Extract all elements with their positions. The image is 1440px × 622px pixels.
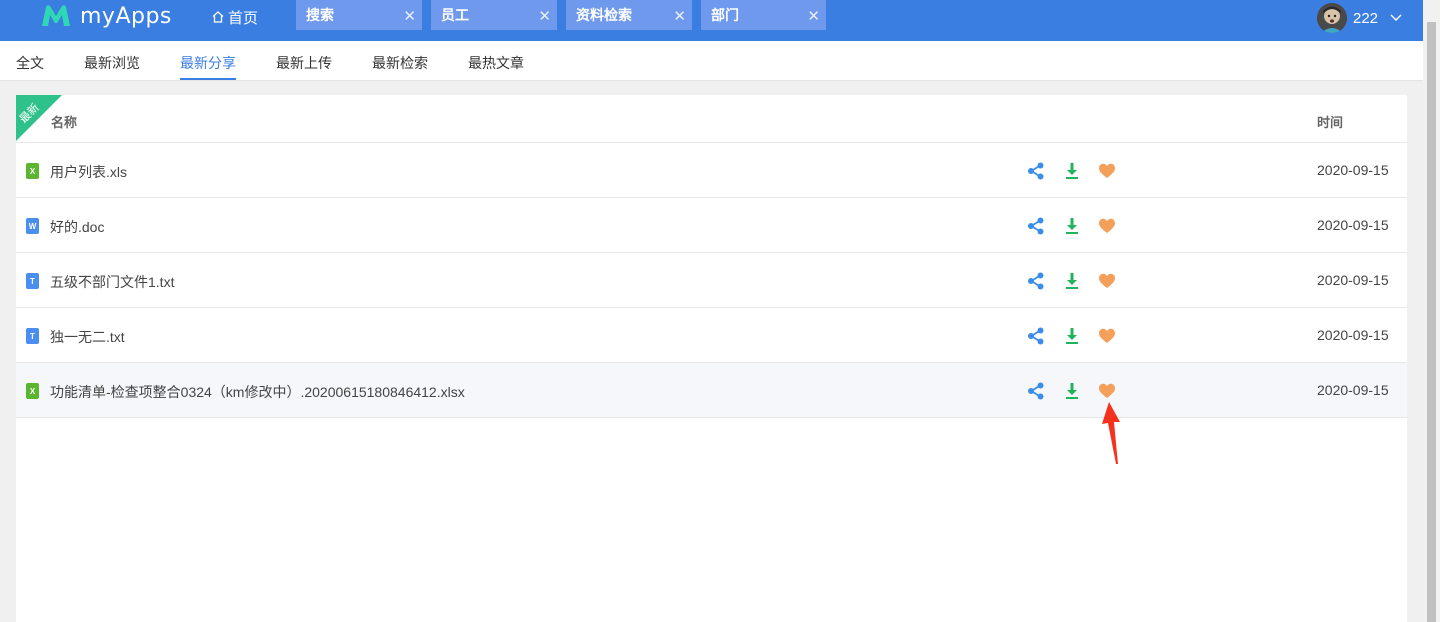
close-icon[interactable]: ✕ bbox=[403, 7, 416, 25]
tab-label: 员工 bbox=[441, 7, 469, 23]
top-bar: myApps 首页 搜索 ✕ 员工 ✕ 资料检索 ✕ 部门 ✕ 222 bbox=[0, 0, 1423, 41]
table-row[interactable]: X 用户列表.xls 2020-09-15 bbox=[16, 143, 1407, 198]
home-link[interactable]: 首页 bbox=[211, 7, 258, 27]
tab-search[interactable]: 搜索 ✕ bbox=[296, 0, 422, 30]
text-file-icon: T bbox=[26, 273, 39, 289]
download-icon[interactable] bbox=[1063, 162, 1081, 180]
download-icon[interactable] bbox=[1063, 382, 1081, 400]
tab-label: 部门 bbox=[711, 7, 739, 23]
favorite-heart-icon[interactable] bbox=[1098, 272, 1116, 290]
word-file-icon: W bbox=[26, 218, 39, 234]
tab-department[interactable]: 部门 ✕ bbox=[701, 0, 826, 30]
newest-ribbon: 最新 bbox=[16, 95, 62, 141]
user-menu[interactable]: 222 bbox=[1317, 2, 1402, 34]
active-tab-underline bbox=[180, 78, 236, 80]
favorite-heart-icon[interactable] bbox=[1098, 162, 1116, 180]
file-name[interactable]: 独一无二.txt bbox=[50, 327, 125, 347]
home-label: 首页 bbox=[228, 9, 259, 27]
logo-m-icon bbox=[42, 5, 70, 26]
column-header-time: 时间 bbox=[1317, 115, 1344, 130]
app-logo[interactable]: myApps bbox=[40, 3, 172, 29]
subnav-item-recent-searches[interactable]: 最新检索 bbox=[372, 53, 428, 73]
share-icon[interactable] bbox=[1027, 382, 1045, 400]
tab-document-search[interactable]: 资料检索 ✕ bbox=[566, 0, 692, 30]
share-icon[interactable] bbox=[1027, 327, 1045, 345]
download-icon[interactable] bbox=[1063, 272, 1081, 290]
excel-file-icon: X bbox=[26, 383, 39, 399]
share-icon[interactable] bbox=[1027, 162, 1045, 180]
subnav-item-recent-views[interactable]: 最新浏览 bbox=[84, 53, 140, 73]
table-row[interactable]: X 功能清单-检查项整合0324（km修改中）.2020061518084641… bbox=[16, 363, 1407, 418]
user-name: 222 bbox=[1353, 9, 1379, 27]
file-date: 2020-09-15 bbox=[1317, 217, 1389, 233]
app-name: myApps bbox=[80, 3, 172, 29]
subnav-item-recent-shares[interactable]: 最新分享 bbox=[180, 53, 236, 73]
file-date: 2020-09-15 bbox=[1317, 272, 1389, 288]
file-name[interactable]: 五级不部门文件1.txt bbox=[50, 272, 174, 292]
favorite-heart-icon[interactable] bbox=[1098, 327, 1116, 345]
tab-label: 搜索 bbox=[306, 7, 334, 23]
annotation-arrow bbox=[1102, 402, 1120, 464]
table-row[interactable]: T 独一无二.txt 2020-09-15 bbox=[16, 308, 1407, 363]
favorite-heart-icon[interactable] bbox=[1098, 217, 1116, 235]
download-icon[interactable] bbox=[1063, 327, 1081, 345]
subnav-item-fulltext[interactable]: 全文 bbox=[16, 53, 44, 73]
sub-navigation: 全文 最新浏览 最新分享 最新上传 最新检索 最热文章 bbox=[0, 41, 1423, 81]
file-date: 2020-09-15 bbox=[1317, 327, 1389, 343]
chevron-down-icon bbox=[1390, 14, 1402, 21]
excel-file-icon: X bbox=[26, 163, 39, 179]
favorite-heart-icon[interactable] bbox=[1098, 382, 1116, 400]
share-icon[interactable] bbox=[1027, 217, 1045, 235]
scrollbar-thumb[interactable] bbox=[1427, 22, 1436, 622]
home-icon bbox=[212, 11, 224, 23]
close-icon[interactable]: ✕ bbox=[673, 7, 686, 25]
file-name[interactable]: 功能清单-检查项整合0324（km修改中）.20200615180846412.… bbox=[50, 382, 465, 402]
table-row[interactable]: W 好的.doc 2020-09-15 bbox=[16, 198, 1407, 253]
file-date: 2020-09-15 bbox=[1317, 382, 1389, 398]
file-name[interactable]: 用户列表.xls bbox=[50, 162, 127, 182]
file-name[interactable]: 好的.doc bbox=[50, 217, 104, 237]
subnav-item-recent-uploads[interactable]: 最新上传 bbox=[276, 53, 332, 73]
table-header: 名称 时间 bbox=[16, 95, 1407, 143]
close-icon[interactable]: ✕ bbox=[538, 7, 551, 25]
tab-label: 资料检索 bbox=[576, 7, 632, 23]
tab-employee[interactable]: 员工 ✕ bbox=[431, 0, 557, 30]
close-icon[interactable]: ✕ bbox=[807, 7, 820, 25]
avatar bbox=[1317, 3, 1347, 33]
file-date: 2020-09-15 bbox=[1317, 162, 1389, 178]
file-list-panel: 名称 时间 最新 X 用户列表.xls 2020-09-15 W 好的.doc bbox=[16, 95, 1407, 622]
subnav-item-hot-articles[interactable]: 最热文章 bbox=[468, 53, 524, 73]
share-icon[interactable] bbox=[1027, 272, 1045, 290]
table-row[interactable]: T 五级不部门文件1.txt 2020-09-15 bbox=[16, 253, 1407, 308]
text-file-icon: T bbox=[26, 328, 39, 344]
download-icon[interactable] bbox=[1063, 217, 1081, 235]
